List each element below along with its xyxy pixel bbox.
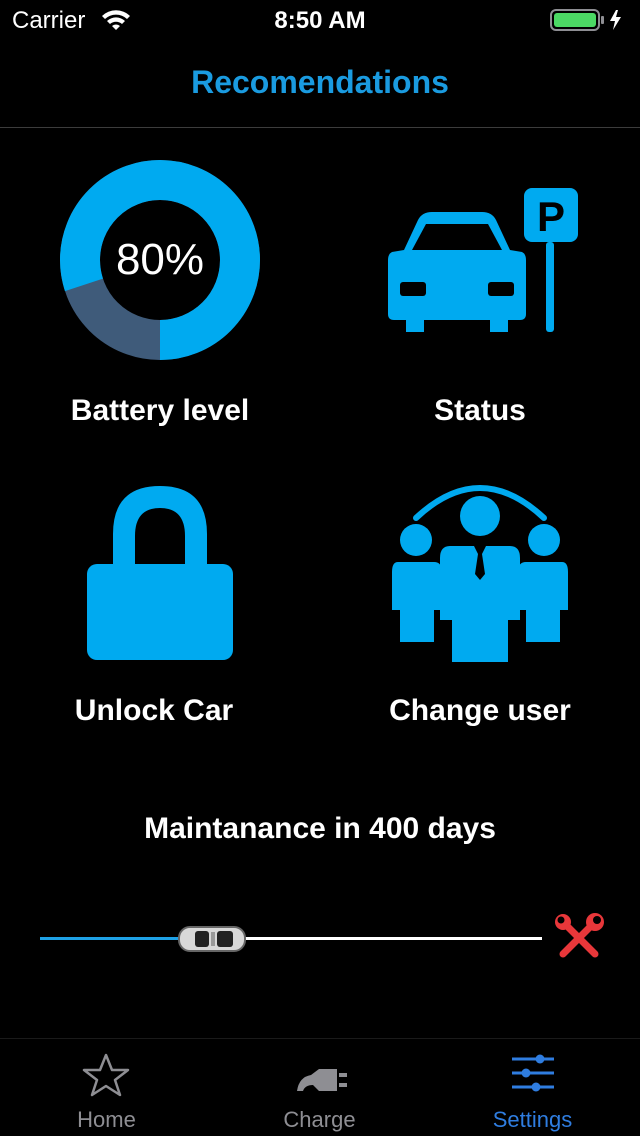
change-user-tile[interactable]: Change user [320, 470, 640, 750]
unlock-car-label: Unlock Car [74, 694, 234, 727]
battery-tile[interactable]: 80% Battery level [0, 150, 320, 450]
maintenance-text: Maintanance in 400 days [144, 812, 496, 845]
car-thumb-icon[interactable] [177, 922, 247, 956]
status-label: Status [434, 394, 526, 427]
tab-charge-label: Charge [283, 1107, 356, 1132]
car-parking-icon: P [388, 188, 578, 332]
battery-donut: 80% [60, 160, 260, 360]
change-user-label: Change user [389, 694, 571, 727]
app-screen: Carrier 8:50 AM Recomendations 80% Batte… [0, 0, 640, 1136]
tab-charge[interactable]: Charge [213, 1039, 426, 1136]
unlock-car-tile[interactable]: Unlock Car [0, 470, 320, 750]
battery-percent: 80% [115, 235, 205, 284]
star-icon [82, 1053, 130, 1097]
plug-icon [297, 1069, 347, 1091]
navigation-bar: Recomendations [0, 40, 640, 128]
clock: 8:50 AM [274, 7, 366, 34]
wrench-tools-icon[interactable] [553, 912, 605, 964]
tab-settings-label: Settings [492, 1107, 573, 1132]
tab-home[interactable]: Home [0, 1039, 213, 1136]
lock-icon [87, 486, 233, 660]
tab-settings[interactable]: Settings [426, 1039, 639, 1136]
battery-level-label: Battery level [70, 394, 250, 427]
battery-status-icon [550, 9, 621, 31]
tab-home-label: Home [77, 1107, 136, 1132]
maintenance-slider[interactable] [40, 918, 545, 958]
sliders-icon [512, 1054, 554, 1092]
status-tile[interactable]: P Status [320, 150, 640, 450]
status-bar: Carrier 8:50 AM [0, 0, 640, 40]
slider-track-remaining [211, 937, 542, 940]
svg-text:P: P [537, 193, 565, 240]
users-icon [392, 485, 568, 662]
tab-bar: Home Charge Settings [0, 1038, 640, 1136]
page-title: Recomendations [191, 64, 449, 100]
